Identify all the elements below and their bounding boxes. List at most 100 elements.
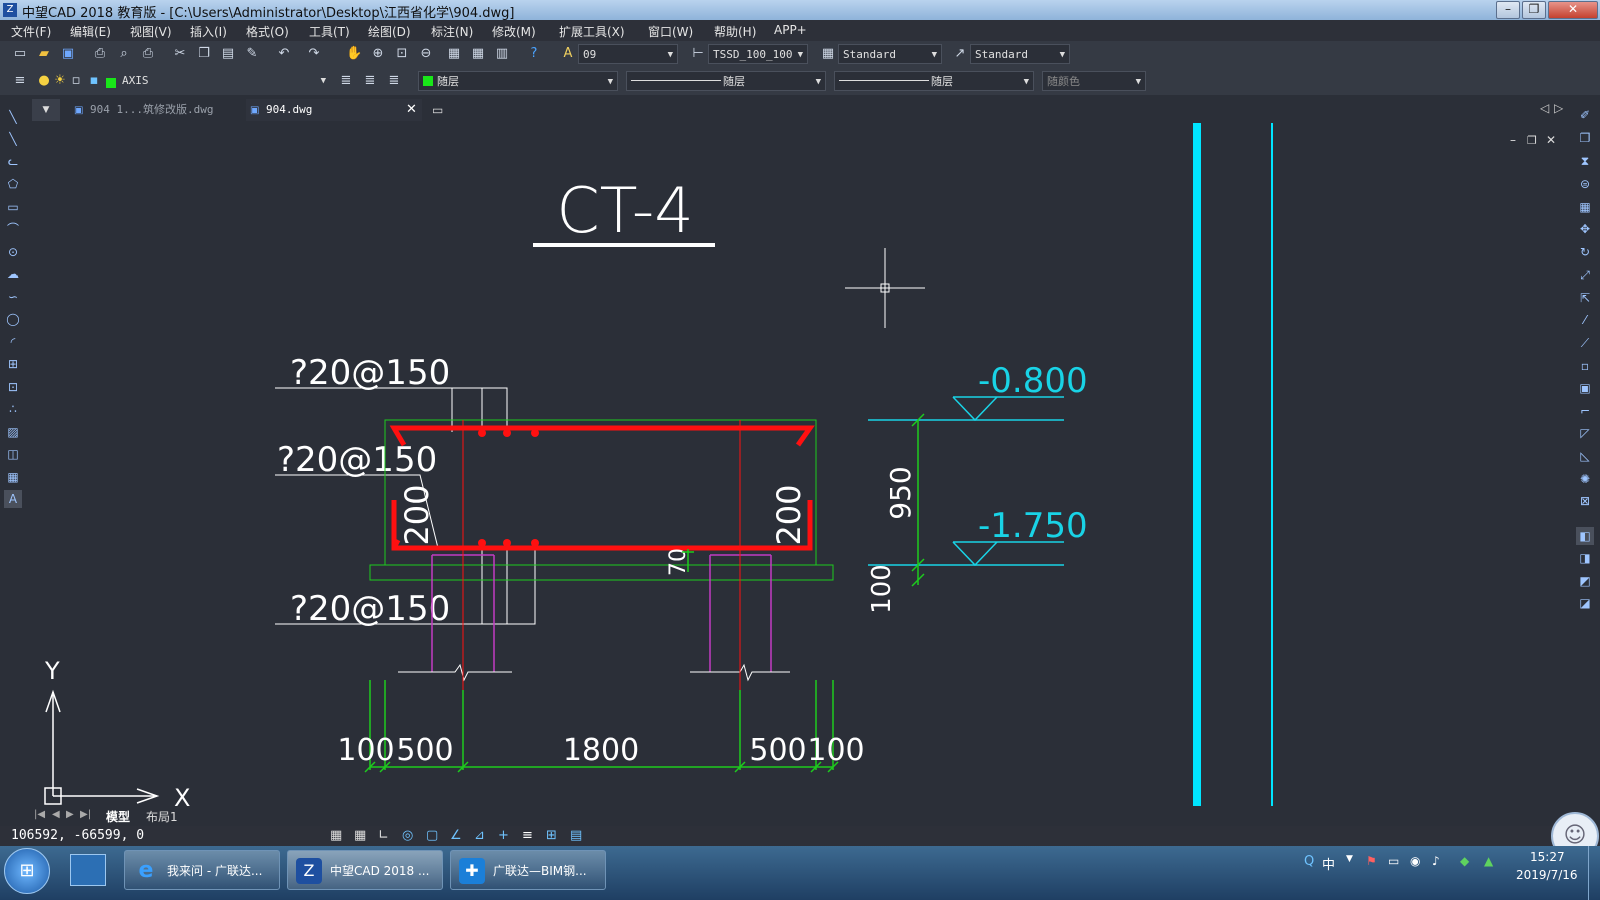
- menu-draw[interactable]: 绘图(D): [368, 23, 411, 40]
- send-to-back-icon[interactable]: ◩: [1576, 572, 1594, 590]
- layer-select[interactable]: AXIS ▼: [118, 71, 330, 91]
- selection-cycling-icon[interactable]: ▤: [570, 828, 582, 843]
- draw-order-icon[interactable]: ◧: [1576, 527, 1594, 545]
- extend-icon[interactable]: ⟋: [1576, 334, 1594, 352]
- zoom-window-icon[interactable]: ⊡: [394, 46, 410, 62]
- drawing-svg[interactable]: – ❐ ✕ CT-4 ?20@150 ?20@150 ?20@150 200 2…: [28, 123, 1570, 812]
- scroll-tabs-right-icon[interactable]: ▷: [1554, 101, 1563, 115]
- insert-block-icon[interactable]: ⊞: [4, 355, 22, 373]
- otrack-icon[interactable]: ∠: [450, 828, 462, 843]
- ellipse-arc-icon[interactable]: ◜: [4, 333, 22, 351]
- menu-app[interactable]: APP+: [774, 23, 807, 37]
- quick-properties-icon[interactable]: ⊞: [546, 828, 557, 843]
- tab-list-dropdown[interactable]: ▼: [32, 99, 60, 121]
- close-tab-icon[interactable]: ✕: [406, 102, 417, 117]
- layer-state-icon[interactable]: ≣: [386, 73, 402, 89]
- menu-file[interactable]: 文件(F): [11, 23, 51, 40]
- table-icon[interactable]: ▦: [4, 468, 22, 486]
- tray-app-icon[interactable]: ◉: [1410, 854, 1420, 868]
- task-glodon-bim[interactable]: ✚ 广联达—BIM钢...: [450, 850, 606, 890]
- layer-manager-icon[interactable]: ≡: [12, 73, 28, 89]
- mirror-icon[interactable]: ⧗: [1576, 152, 1594, 170]
- show-desktop-icon[interactable]: [70, 854, 106, 886]
- restore-button[interactable]: ❐: [1522, 1, 1546, 19]
- zoom-realtime-icon[interactable]: ⊕: [370, 46, 386, 62]
- scale-icon[interactable]: ⤢: [1576, 266, 1594, 284]
- move-icon[interactable]: ✥: [1576, 220, 1594, 238]
- blend-icon[interactable]: ◺: [1576, 447, 1594, 465]
- menu-view[interactable]: 视图(V): [130, 23, 172, 40]
- explode-icon[interactable]: ✺: [1576, 470, 1594, 488]
- chevron-down-icon[interactable]: ▼: [1346, 854, 1353, 864]
- undo-icon[interactable]: ↶: [276, 46, 292, 62]
- dynamic-ucs-icon[interactable]: ⊿: [474, 828, 485, 843]
- text-style-select[interactable]: 09 ▼: [578, 44, 678, 64]
- start-button[interactable]: ⊞: [4, 848, 50, 894]
- copy-object-icon[interactable]: ❐: [1576, 129, 1594, 147]
- polar-icon[interactable]: ◎: [402, 828, 413, 843]
- print-icon[interactable]: ⎙: [92, 46, 108, 62]
- properties-icon[interactable]: ▦: [446, 46, 462, 62]
- menu-dimension[interactable]: 标注(N): [431, 23, 473, 40]
- arc-icon[interactable]: ⌒: [4, 220, 22, 238]
- tab-904-dwg[interactable]: 904.dwg: [246, 99, 422, 121]
- menu-help[interactable]: 帮助(H): [714, 23, 756, 40]
- design-center-icon[interactable]: ▦: [470, 46, 486, 62]
- rectangle-icon[interactable]: ▭: [4, 198, 22, 216]
- color-select[interactable]: 随层 ▼: [418, 71, 618, 91]
- qq-input-icon[interactable]: Q: [1304, 854, 1314, 869]
- circle-icon[interactable]: ⊙: [4, 243, 22, 261]
- plot-style-select[interactable]: 随颜色 ▼: [1042, 71, 1146, 91]
- menu-extend-tools[interactable]: 扩展工具(X): [559, 23, 625, 40]
- minimize-button[interactable]: –: [1496, 1, 1520, 19]
- hatch-icon[interactable]: ▨: [4, 423, 22, 441]
- match-properties-icon[interactable]: ✎: [244, 46, 260, 62]
- ellipse-icon[interactable]: ◯: [4, 310, 22, 328]
- plot-icon[interactable]: ⎙: [140, 46, 156, 62]
- osnap-icon[interactable]: ▢: [426, 828, 438, 843]
- first-layout-icon[interactable]: |◀: [34, 809, 45, 820]
- pan-hand-icon[interactable]: ✋: [346, 46, 362, 62]
- next-layout-icon[interactable]: ▶: [66, 809, 74, 820]
- table-style-select[interactable]: Standard ▼: [838, 44, 942, 64]
- trim-icon[interactable]: ⁄: [1576, 311, 1594, 329]
- action-center-flag-icon[interactable]: ⚑: [1366, 854, 1377, 868]
- viewport-restore-icon[interactable]: ❐: [1527, 134, 1537, 147]
- edit-hatch-icon[interactable]: ⊠: [1576, 492, 1594, 510]
- tool-palette-icon[interactable]: ▥: [494, 46, 510, 62]
- bring-above-icon[interactable]: ◪: [1576, 594, 1594, 612]
- paste-icon[interactable]: ▤: [220, 46, 236, 62]
- show-desktop-button[interactable]: [1588, 846, 1600, 900]
- clock-time[interactable]: 15:27: [1530, 850, 1565, 864]
- drawing-canvas[interactable]: – ❐ ✕ CT-4 ?20@150 ?20@150 ?20@150 200 2…: [28, 123, 1570, 812]
- break-icon[interactable]: ▫: [1576, 357, 1594, 375]
- menu-insert[interactable]: 插入(I): [190, 23, 227, 40]
- open-folder-icon[interactable]: ▰: [36, 46, 52, 62]
- point-icon[interactable]: ∴: [4, 400, 22, 418]
- layer-plot-icon[interactable]: ▪: [86, 73, 102, 89]
- viewport-close-icon[interactable]: ✕: [1546, 133, 1556, 147]
- gradient-icon[interactable]: ◫: [4, 445, 22, 463]
- make-current-layer-icon[interactable]: ≣: [338, 73, 354, 89]
- construction-line-icon[interactable]: ╲: [4, 130, 22, 148]
- multileader-style-select[interactable]: Standard ▼: [970, 44, 1070, 64]
- rotate-icon[interactable]: ↻: [1576, 243, 1594, 261]
- menu-modify[interactable]: 修改(M): [492, 23, 536, 40]
- grid-icon[interactable]: ▦: [354, 828, 366, 843]
- redo-icon[interactable]: ↷: [306, 46, 322, 62]
- chamfer-icon[interactable]: ⌐: [1576, 402, 1594, 420]
- scroll-tabs-left-icon[interactable]: ◁: [1540, 101, 1549, 115]
- tab-layout1[interactable]: 布局1: [146, 808, 178, 825]
- offset-icon[interactable]: ⊜: [1576, 175, 1594, 193]
- spline-icon[interactable]: ∽: [4, 288, 22, 306]
- polygon-icon[interactable]: ⬠: [4, 175, 22, 193]
- revision-cloud-icon[interactable]: ☁: [4, 265, 22, 283]
- help-icon[interactable]: ?: [526, 46, 542, 62]
- new-tab-icon[interactable]: ▭: [432, 103, 443, 117]
- lineweight-toggle-icon[interactable]: ≡: [522, 828, 533, 843]
- print-preview-icon[interactable]: ⌕: [116, 46, 132, 62]
- lineweight-select[interactable]: 随层 ▼: [834, 71, 1034, 91]
- erase-icon[interactable]: ✐: [1576, 106, 1594, 124]
- menu-format[interactable]: 格式(O): [246, 23, 289, 40]
- layer-freeze-sun-icon[interactable]: ☀: [52, 73, 68, 89]
